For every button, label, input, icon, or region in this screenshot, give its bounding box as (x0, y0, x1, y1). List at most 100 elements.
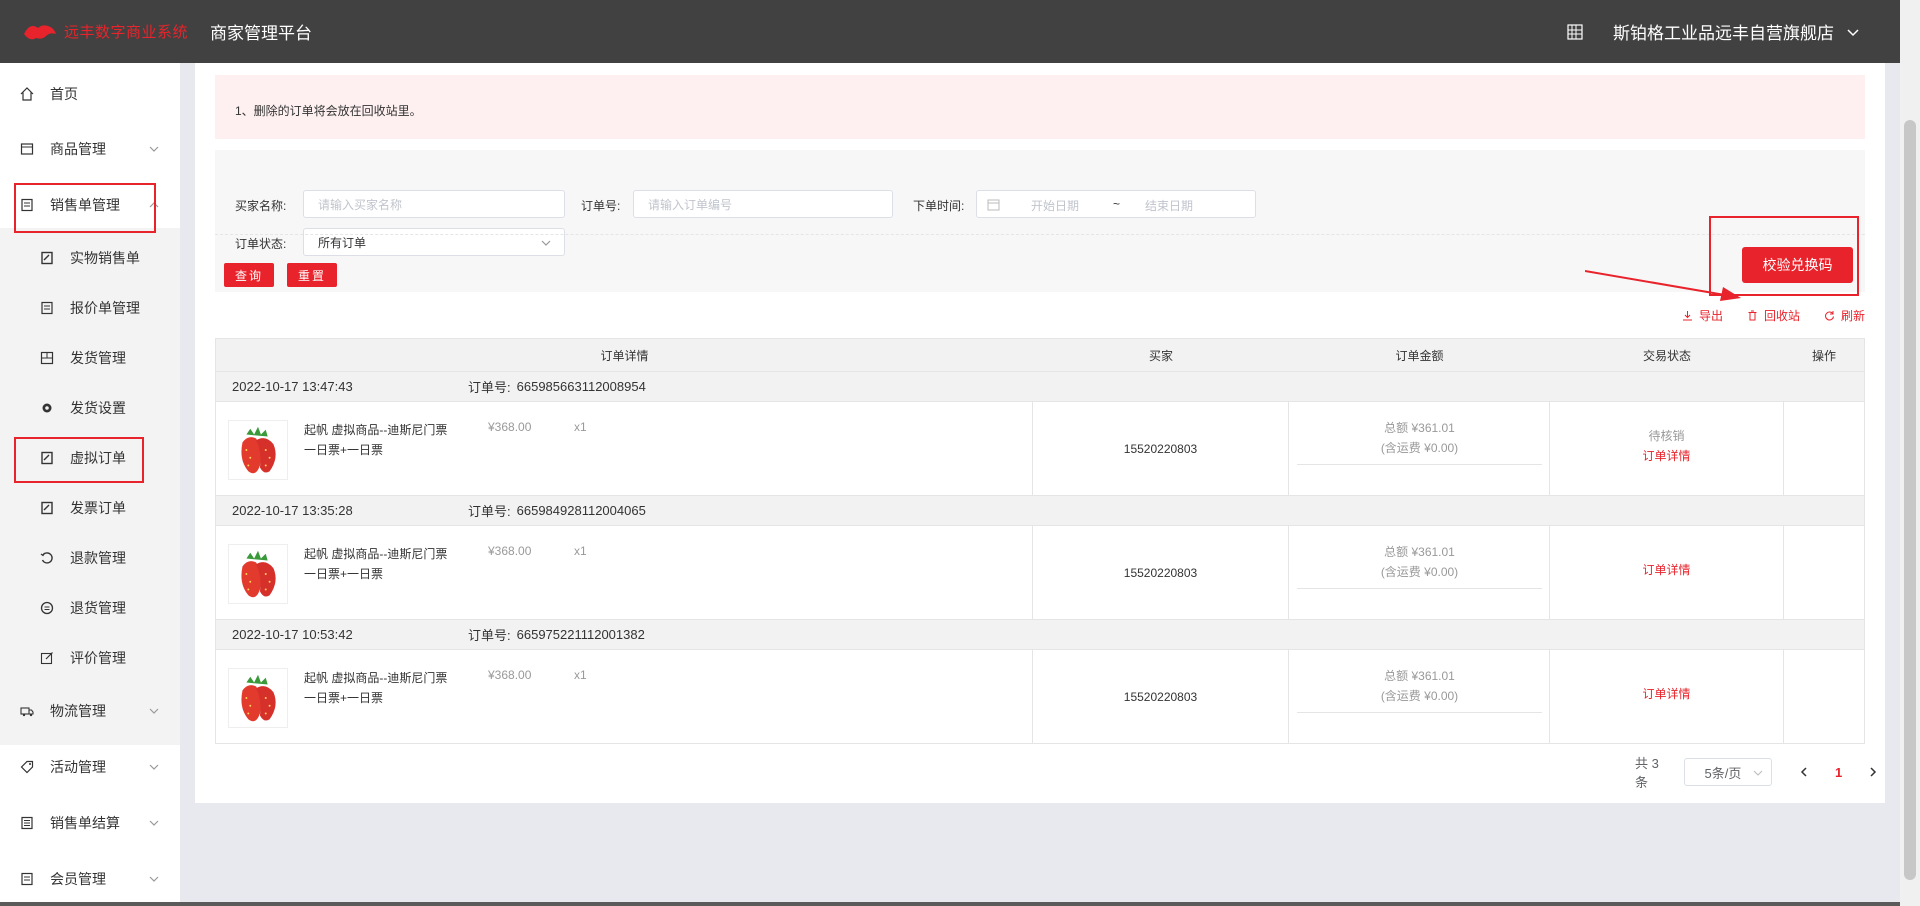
chevron-down-icon[interactable] (1846, 25, 1860, 39)
chevron-up-icon (149, 202, 159, 208)
amount-divider (1297, 464, 1542, 465)
sidebar-subitem-shipping-settings[interactable]: 发货设置 (0, 383, 180, 433)
scrollbar-thumb[interactable] (1904, 120, 1916, 880)
sidebar-item-label: 会员管理 (50, 871, 106, 887)
export-label: 导出 (1698, 309, 1723, 323)
chevron-down-icon (149, 146, 159, 152)
next-page-button[interactable] (1861, 758, 1885, 786)
column-header-actions: 操作 (1811, 348, 1836, 363)
sidebar-subitem-shipping[interactable]: 发货管理 (0, 333, 180, 383)
order-status-select[interactable]: 所有订单 (303, 228, 565, 256)
main-panel: 1、删除的订单将会放在回收站里。 买家名称: 请输入买家名称 订单号: 请输入订… (195, 63, 1920, 803)
product-quantity: x1 (574, 420, 587, 434)
pagination-total: 共 3 条 (1635, 756, 1659, 790)
column-header-buyer: 买家 (1148, 348, 1173, 363)
sidebar-item-label: 首页 (50, 86, 78, 102)
sidebar-subitem-quotes[interactable]: 报价单管理 (0, 283, 180, 333)
amount-cell: 总额 ¥361.01 (含运费 ¥0.00) (1289, 402, 1550, 495)
top-bar: 远丰数字商业系统 商家管理平台 斯铂格工业品远丰自营旗舰店 (0, 0, 1900, 63)
order-detail-link[interactable]: 订单详情 (1550, 684, 1783, 704)
order-time-label: 下单时间: (913, 199, 965, 213)
buyer-name-label: 买家名称: (235, 199, 287, 213)
order-freight: (含运费 ¥0.00) (1380, 565, 1459, 579)
order-time: 2022-10-17 13:47:43 (232, 379, 353, 394)
chevron-down-icon (149, 764, 159, 770)
product-thumbnail[interactable] (228, 544, 288, 604)
refresh-link[interactable]: 刷新 (1824, 307, 1865, 324)
order-no-input[interactable]: 请输入订单编号 (633, 190, 893, 218)
sales-icon (21, 198, 33, 212)
order-detail-cell: 起帆 虚拟商品--迪斯尼门票 一日票+一日票 ¥368.00 x1 (216, 650, 1033, 743)
sidebar-item-goods[interactable]: 商品管理 (0, 124, 180, 174)
column-header-status: 交易状态 (1642, 348, 1691, 363)
order-detail-link[interactable]: 订单详情 (1550, 446, 1783, 466)
page-size-select[interactable]: 5条/页 (1683, 758, 1772, 786)
sidebar-item-label: 商品管理 (50, 141, 106, 157)
order-total: 总额 ¥361.01 (1384, 421, 1455, 435)
prev-page-button[interactable] (1792, 758, 1816, 786)
actions-cell (1784, 526, 1864, 619)
edit-icon (40, 652, 53, 665)
order-no-prefix: 订单号: (468, 380, 511, 395)
sidebar-subitem-invoice-orders[interactable]: 发票订单 (0, 483, 180, 533)
order-total: 总额 ¥361.01 (1384, 669, 1455, 683)
sidebar-subitem-virtual-orders[interactable]: 虚拟订单 (0, 433, 180, 483)
chevron-down-icon (541, 240, 551, 246)
chevron-left-icon (1800, 767, 1807, 777)
chevron-down-icon (149, 708, 159, 714)
document-icon (41, 301, 53, 315)
refund-icon (40, 552, 53, 564)
order-status-value: 所有订单 (318, 235, 367, 250)
status-cell: 订单详情 (1550, 526, 1784, 619)
sidebar-item-members[interactable]: 会员管理 (0, 854, 180, 904)
store-name[interactable]: 斯铂格工业品远丰自营旗舰店 (1613, 19, 1834, 44)
refresh-icon (1825, 311, 1834, 321)
order-amount: 总额 ¥361.01 (含运费 ¥0.00) (1297, 418, 1542, 458)
order-number: 665984928112004065 (516, 503, 646, 518)
query-button[interactable]: 查询 (224, 263, 274, 287)
sidebar-item-sales[interactable]: 销售单管理 (0, 180, 180, 230)
sidebar-subitem-label: 评价管理 (70, 650, 126, 666)
buyer-cell: 15520220803 (1033, 650, 1289, 743)
tag-icon (20, 760, 34, 774)
product-thumbnail[interactable] (228, 420, 288, 480)
truck-icon (20, 707, 34, 717)
order-amount: 总额 ¥361.01 (含运费 ¥0.00) (1297, 666, 1542, 706)
qrcode-icon[interactable] (1567, 23, 1583, 40)
start-date-input[interactable]: 开始日期 (1031, 197, 1079, 214)
sidebar: 首页 商品管理 销售单管理 实物销售单 报价单管理 发货管理 发货设置 虚拟订单… (0, 63, 180, 906)
verify-redeem-code-button[interactable]: 校验兑换码 (1742, 247, 1853, 283)
sidebar-item-home[interactable]: 首页 (0, 69, 180, 119)
buyer-phone: 15520220803 (1123, 566, 1198, 580)
recycle-bin-link[interactable]: 回收站 (1747, 307, 1800, 324)
sidebar-subitem-reviews[interactable]: 评价管理 (0, 633, 180, 683)
reset-button[interactable]: 重置 (287, 263, 337, 287)
date-range-separator: ~ (1113, 197, 1121, 211)
end-date-input[interactable]: 结束日期 (1145, 197, 1193, 214)
product-name[interactable]: 起帆 虚拟商品--迪斯尼门票 一日票+一日票 (304, 668, 454, 708)
sidebar-item-settlement[interactable]: 销售单结算 (0, 798, 180, 848)
order-detail-cell: 起帆 虚拟商品--迪斯尼门票 一日票+一日票 ¥368.00 x1 (216, 526, 1033, 619)
product-name[interactable]: 起帆 虚拟商品--迪斯尼门票 一日票+一日票 (304, 544, 454, 584)
pagination: 共 3 条 5条/页 1 前往 1 页 (1635, 753, 1920, 791)
order-detail-link[interactable]: 订单详情 (1550, 560, 1783, 580)
chevron-down-icon (1753, 770, 1763, 776)
product-thumbnail[interactable] (228, 668, 288, 728)
product-name[interactable]: 起帆 虚拟商品--迪斯尼门票 一日票+一日票 (304, 420, 454, 460)
sidebar-subitem-returns[interactable]: 退货管理 (0, 583, 180, 633)
sidebar-subitem-refunds[interactable]: 退款管理 (0, 533, 180, 583)
page-number-current[interactable]: 1 (1826, 765, 1852, 780)
sidebar-subitem-physical-sales[interactable]: 实物销售单 (0, 233, 180, 283)
bottom-strip (0, 902, 1900, 906)
sidebar-item-activities[interactable]: 活动管理 (0, 742, 180, 792)
orders-table: 订单详情 买家 订单金额 交易状态 操作 2022-10-17 13:47:43… (215, 338, 1865, 744)
buyer-name-input[interactable]: 请输入买家名称 (303, 190, 565, 218)
sidebar-subitem-label: 实物销售单 (70, 250, 140, 266)
table-toolbar: 导出 回收站 刷新 (1658, 307, 1865, 324)
export-link[interactable]: 导出 (1682, 307, 1723, 324)
sidebar-item-logistics[interactable]: 物流管理 (0, 686, 180, 736)
column-header-order-detail: 订单详情 (600, 348, 649, 363)
status-cell: 待核销 订单详情 (1550, 402, 1784, 495)
date-range-picker[interactable]: 开始日期 ~ 结束日期 (976, 190, 1256, 218)
sidebar-item-label: 物流管理 (50, 703, 106, 719)
